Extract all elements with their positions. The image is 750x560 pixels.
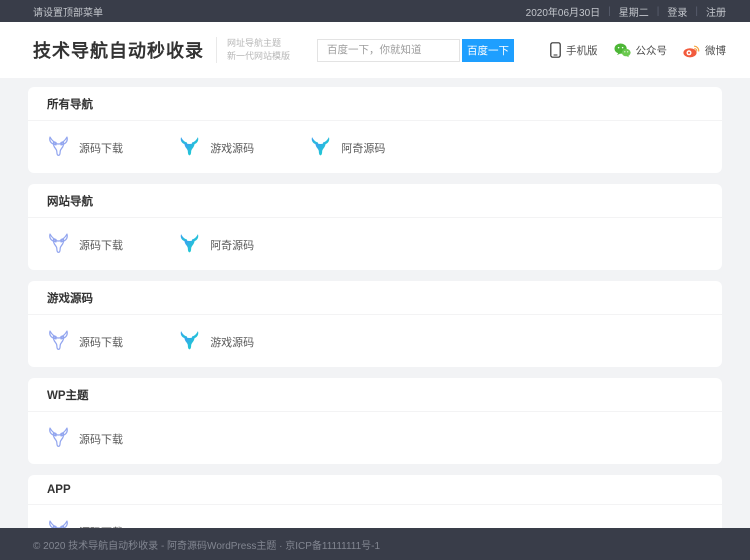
nav-link-item[interactable]: 源码下载 [47, 328, 178, 356]
topbar-menu-hint: 请设置顶部菜单 [33, 4, 103, 19]
nav-link-item[interactable]: 源码下载 [47, 231, 178, 259]
bull-icon [47, 231, 70, 259]
search-bar: 百度一下 [317, 39, 514, 62]
separator: | [695, 6, 698, 17]
nav-section-items: 源码下载 [28, 412, 722, 464]
nav-link-label: 源码下载 [79, 237, 123, 253]
nav-link-label: 源码下载 [79, 334, 123, 350]
nav-link-label: 游戏源码 [210, 140, 254, 156]
nav-section-title: 网站导航 [28, 184, 722, 218]
nav-link-label: 阿奇源码 [210, 237, 254, 253]
nav-section-card: APP 源码下载 [28, 475, 722, 528]
mobile-version-link[interactable]: 手机版 [550, 42, 598, 58]
bull-icon [178, 328, 201, 356]
smartphone-icon [550, 42, 561, 58]
nav-link-item[interactable]: 游戏源码 [178, 328, 309, 356]
nav-section-items: 源码下载 阿奇源码 [28, 218, 722, 270]
wechat-official-link[interactable]: 公众号 [614, 43, 668, 58]
nav-link-label: 源码下载 [79, 524, 123, 528]
bull-icon [47, 328, 70, 356]
weibo-link[interactable]: 微博 [683, 43, 726, 58]
bull-icon [178, 134, 201, 162]
nav-section-card: 游戏源码 源码下载 游戏源码 [28, 281, 722, 367]
bull-icon [47, 134, 70, 162]
bull-icon [47, 518, 70, 528]
nav-link-label: 源码下载 [79, 431, 123, 447]
nav-section-title: APP [28, 475, 722, 505]
nav-link-item[interactable]: 源码下载 [47, 425, 178, 453]
nav-link-label: 源码下载 [79, 140, 123, 156]
site-header: 技术导航自动秒收录 网址导航主题 新一代网站模版 百度一下 手机版 [0, 22, 750, 78]
site-footer: © 2020 技术导航自动秒收录 - 阿奇源码WordPress主题 · 京IC… [0, 528, 750, 560]
tagline-line-1: 网址导航主题 [227, 37, 290, 50]
nav-link-item[interactable]: 阿奇源码 [309, 134, 440, 162]
nav-link-label: 阿奇源码 [341, 140, 385, 156]
search-input[interactable] [317, 39, 460, 62]
weibo-icon [683, 43, 700, 58]
nav-section-title: 游戏源码 [28, 281, 722, 315]
nav-section-items: 源码下载 [28, 505, 722, 528]
weibo-label: 微博 [705, 43, 726, 58]
nav-link-item[interactable]: 游戏源码 [178, 134, 309, 162]
mobile-version-label: 手机版 [566, 43, 598, 58]
header-links: 手机版 公众号 [534, 42, 726, 58]
nav-link-item[interactable]: 源码下载 [47, 134, 178, 162]
separator: | [608, 6, 611, 17]
footer-copyright: © 2020 技术导航自动秒收录 - 阿奇源码WordPress主题 · 京IC… [33, 537, 380, 552]
topbar: 请设置顶部菜单 2020年06月30日 | 星期二 | 登录 | 注册 [0, 0, 750, 22]
nav-section-items: 源码下载 游戏源码 阿奇源码 [28, 121, 722, 173]
nav-link-label: 游戏源码 [210, 334, 254, 350]
wechat-official-label: 公众号 [636, 43, 668, 58]
nav-link-item[interactable]: 源码下载 [47, 518, 178, 528]
bull-icon [178, 231, 201, 259]
bull-icon [47, 425, 70, 453]
bull-icon [309, 134, 332, 162]
nav-section-card: 网站导航 源码下载 阿奇源码 [28, 184, 722, 270]
site-title[interactable]: 技术导航自动秒收录 [33, 37, 204, 63]
separator: | [657, 6, 660, 17]
wechat-icon [614, 43, 631, 58]
main-content: 所有导航 源码下载 游戏源码 阿奇源码 网站导航 源码下载 阿奇源码 游戏源码 … [0, 78, 750, 528]
tagline-line-2: 新一代网站模版 [227, 50, 290, 63]
topbar-right: 2020年06月30日 | 星期二 | 登录 | 注册 [526, 4, 726, 19]
nav-section-card: WP主题 源码下载 [28, 378, 722, 464]
nav-section-card: 所有导航 源码下载 游戏源码 阿奇源码 [28, 87, 722, 173]
nav-section-items: 源码下载 游戏源码 [28, 315, 722, 367]
login-link[interactable]: 登录 [667, 4, 687, 19]
register-link[interactable]: 注册 [706, 4, 726, 19]
site-tagline: 网址导航主题 新一代网站模版 [216, 37, 290, 63]
nav-section-title: 所有导航 [28, 87, 722, 121]
nav-link-item[interactable]: 阿奇源码 [178, 231, 309, 259]
nav-section-title: WP主题 [28, 378, 722, 412]
topbar-weekday: 星期二 [619, 4, 649, 19]
search-button[interactable]: 百度一下 [462, 39, 514, 62]
topbar-date: 2020年06月30日 [526, 4, 601, 19]
